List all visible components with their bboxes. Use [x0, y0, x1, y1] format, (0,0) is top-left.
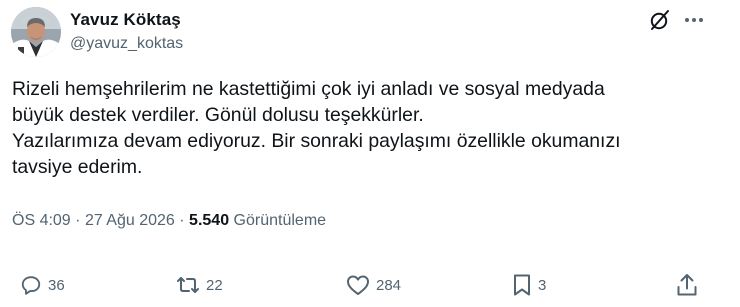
share-button[interactable] — [676, 270, 698, 300]
bookmark-count: 3 — [538, 276, 547, 294]
post-text-line: Yazılarımıza devam ediyoruz. Bir sonraki… — [12, 130, 621, 152]
like-count: 284 — [376, 276, 402, 294]
action-bar: 36 22 284 3 — [0, 270, 740, 300]
author-name[interactable]: Yavuz Köktaş — [70, 10, 181, 30]
reply-count: 36 — [48, 276, 65, 294]
views-count: 5.540 — [189, 212, 230, 229]
repost-icon — [176, 274, 200, 296]
post-text: Rizeli hemşehrilerim ne kastettiğimi çok… — [12, 76, 712, 180]
meta-separator: · — [75, 212, 81, 229]
share-icon — [676, 273, 698, 297]
author-handle[interactable]: @yavuz_koktas — [70, 35, 183, 53]
post-text-line: büyük destek verdiler. Gönül dolusu teşe… — [12, 104, 424, 126]
repost-button[interactable]: 22 — [176, 270, 223, 300]
post-timestamp[interactable]: ÖS 4:09 · 27 Ağu 2026 — [12, 212, 175, 229]
post-text-line: tavsiye ederim. — [12, 156, 143, 178]
like-button[interactable]: 284 — [346, 270, 401, 300]
more-icon[interactable] — [682, 8, 706, 32]
post-meta: ÖS 4:09 · 27 Ağu 2026 · 5.540 Görüntülem… — [12, 212, 326, 230]
repost-count: 22 — [206, 276, 223, 294]
bookmark-icon — [512, 273, 532, 297]
views-label: Görüntüleme — [233, 212, 327, 229]
avatar-image — [11, 7, 61, 57]
grok-icon[interactable] — [648, 8, 672, 32]
post-time: ÖS 4:09 — [12, 212, 71, 229]
post-text-line: Rizeli hemşehrilerim ne kastettiğimi çok… — [12, 78, 605, 100]
post-date: 27 Ağu 2026 — [84, 212, 175, 229]
like-icon — [346, 274, 370, 296]
reply-icon — [20, 274, 42, 296]
avatar[interactable] — [11, 7, 61, 57]
reply-button[interactable]: 36 — [20, 270, 65, 300]
meta-separator: · — [179, 212, 185, 229]
bookmark-button[interactable]: 3 — [512, 270, 546, 300]
post-card: Yavuz Köktaş @yavuz_koktas Rizeli hemşeh… — [0, 0, 740, 307]
